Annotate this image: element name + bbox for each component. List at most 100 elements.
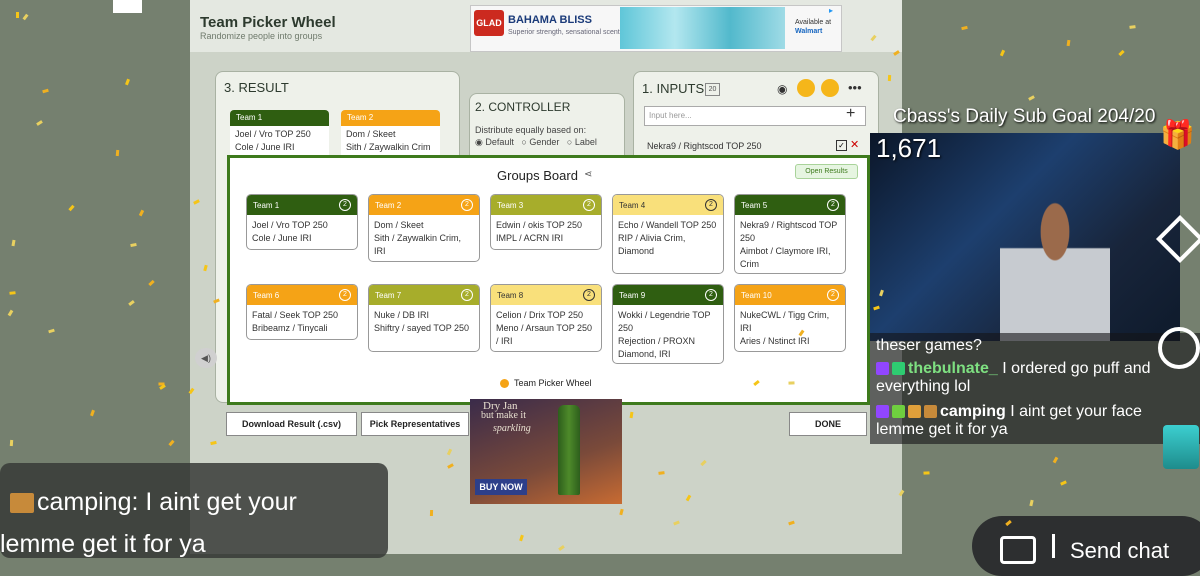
done-button[interactable]: DONE — [789, 412, 867, 436]
team-member: Aimbot / Claymore IRI, Crim — [740, 246, 831, 269]
chat-text: I ordered go puff and — [1002, 360, 1151, 377]
chat-message: theser games? — [876, 337, 982, 354]
ad-retailer: Walmart — [795, 28, 823, 35]
confetti-piece — [7, 309, 14, 317]
team-name: Team 7 — [375, 290, 402, 300]
robot-icon[interactable] — [1163, 425, 1199, 469]
open-results-button[interactable]: Open Results — [795, 164, 858, 179]
team-name: Team 8 — [497, 290, 524, 300]
team-header: Team 7 2 — [369, 285, 479, 305]
confetti-piece — [48, 328, 55, 334]
team-count: 2 — [583, 199, 595, 211]
confetti-piece — [9, 291, 16, 295]
subscriber-badge-icon — [876, 362, 889, 376]
entry-checkbox[interactable]: ✓ — [836, 140, 847, 151]
team-header: Team 2 2 — [369, 195, 479, 215]
team-member: Cole / June IRI — [252, 233, 312, 243]
ad-line: sparkling — [493, 423, 531, 434]
team-name: Team 1 — [253, 200, 280, 210]
streamer-logo-icon — [113, 0, 142, 13]
team-member: NukeCWL / Tigg Crim, IRI — [740, 310, 830, 333]
team-member: Sith / Zaywalkin Crim, IRI — [374, 233, 462, 256]
add-input-icon[interactable]: + — [846, 105, 855, 123]
team-name: Team 5 — [741, 200, 768, 210]
team-count: 2 — [339, 289, 351, 301]
ad-description: Superior strength, sensational scent. — [508, 29, 622, 36]
team-count: 2 — [339, 199, 351, 211]
delete-entry-icon[interactable]: ✕ — [850, 138, 859, 151]
inputs-action-button[interactable] — [821, 79, 839, 97]
confetti-piece — [68, 204, 75, 212]
team-member: Edwin / okis TOP 250 — [496, 220, 583, 230]
ad-line: but make it — [481, 410, 526, 421]
inputs-action-button[interactable] — [797, 79, 815, 97]
team-card: Team 7 2 Nuke / DB IRI Shiftry / sayed TOP… — [368, 284, 480, 352]
ad-logo: GLAD — [474, 10, 504, 36]
confetti-piece — [1060, 480, 1067, 486]
team-header: Team 5 2 — [735, 195, 845, 215]
controller-hint: Distribute equally based on: — [475, 125, 587, 135]
pick-representatives-button[interactable]: Pick Representatives — [361, 412, 469, 436]
sound-icon[interactable]: ◀) — [195, 348, 217, 368]
bottom-chat-text: I aint get your — [145, 488, 297, 516]
radio-label[interactable]: ○ Label — [567, 137, 597, 147]
separator — [1052, 534, 1055, 558]
confetti-piece — [115, 149, 120, 157]
groups-board-title: Groups Board — [497, 168, 578, 183]
groups-board-modal — [227, 155, 870, 405]
team-member: Meno / Arsaun TOP 250 / IRI — [496, 323, 593, 346]
confetti-piece — [22, 13, 29, 21]
confetti-piece — [16, 12, 19, 18]
team-count: 2 — [827, 289, 839, 301]
result-team-card: Team 2 Dom / Skeet Sith / Zaywalkin Crim — [341, 110, 440, 158]
team-header: Team 6 2 — [247, 285, 357, 305]
team-member: Dom / Skeet — [374, 220, 424, 230]
result-team-member: Cole / June IRI — [235, 142, 295, 152]
confetti-piece — [128, 299, 135, 307]
bottom-chat-username: camping: — [37, 488, 139, 516]
team-header: Team 9 2 — [613, 285, 723, 305]
ad-headline: BAHAMA BLISS — [508, 14, 592, 26]
badge-icon — [908, 405, 921, 419]
confetti-piece — [923, 471, 930, 475]
team-name: Team 2 — [375, 200, 402, 210]
streamer-image — [1000, 185, 1110, 341]
confetti-piece — [42, 88, 49, 94]
team-name: Team 6 — [253, 290, 280, 300]
team-member: Echo / Wandell TOP 250 — [618, 220, 717, 230]
ad-choices-icon[interactable]: ▸ — [829, 6, 838, 15]
confetti-piece — [11, 239, 16, 247]
chat-username: camping — [940, 403, 1006, 420]
input-placeholder: Input here... — [649, 111, 692, 120]
chat-username: thebulnate_ — [908, 360, 998, 377]
confetti-piece — [961, 25, 968, 31]
team-member: Joel / Vro TOP 250 — [252, 220, 328, 230]
team-name: Team 9 — [619, 290, 646, 300]
bottom-chat-line: lemme get it for ya — [0, 530, 206, 558]
timer-icon[interactable] — [1158, 327, 1200, 369]
gift-icon[interactable]: 🎁 — [1160, 118, 1195, 151]
team-card: Team 8 2 Celion / Drix TOP 250 Meno / Arsa… — [490, 284, 602, 352]
controller-title: 2. CONTROLLER — [475, 100, 571, 114]
team-name: Team 10 — [741, 290, 772, 300]
team-card: Team 2 2 Dom / Skeet Sith / Zaywalkin Crim… — [368, 194, 480, 262]
team-member: Nekra9 / Rightscod TOP 250 — [740, 220, 838, 243]
team-count: 2 — [583, 289, 595, 301]
radio-gender[interactable]: ○ Gender — [521, 137, 559, 147]
team-header: Team 1 2 — [247, 195, 357, 215]
chat-message: thebulnate_ I ordered go puff and — [876, 360, 1151, 378]
share-icon[interactable]: ⋖ — [584, 169, 592, 180]
download-result-button[interactable]: Download Result (.csv) — [226, 412, 357, 436]
team-card: Team 5 2 Nekra9 / Rightscod TOP 250 Aimbot… — [734, 194, 846, 274]
team-header: Team 3 2 — [491, 195, 601, 215]
inputs-count-badge: 20 — [705, 83, 720, 96]
buy-now-button[interactable]: BUY NOW — [475, 479, 527, 495]
confetti-piece — [887, 74, 892, 82]
team-member: Shiftry / sayed TOP 250 — [374, 323, 470, 333]
badge-icon — [924, 405, 937, 419]
confetti-piece — [1066, 39, 1071, 47]
team-header: Team 10 2 — [735, 285, 845, 305]
radio-default[interactable]: ◉ Default — [475, 137, 514, 147]
more-options-icon[interactable]: ••• — [848, 80, 862, 95]
eye-icon[interactable]: ◉ — [777, 82, 787, 96]
